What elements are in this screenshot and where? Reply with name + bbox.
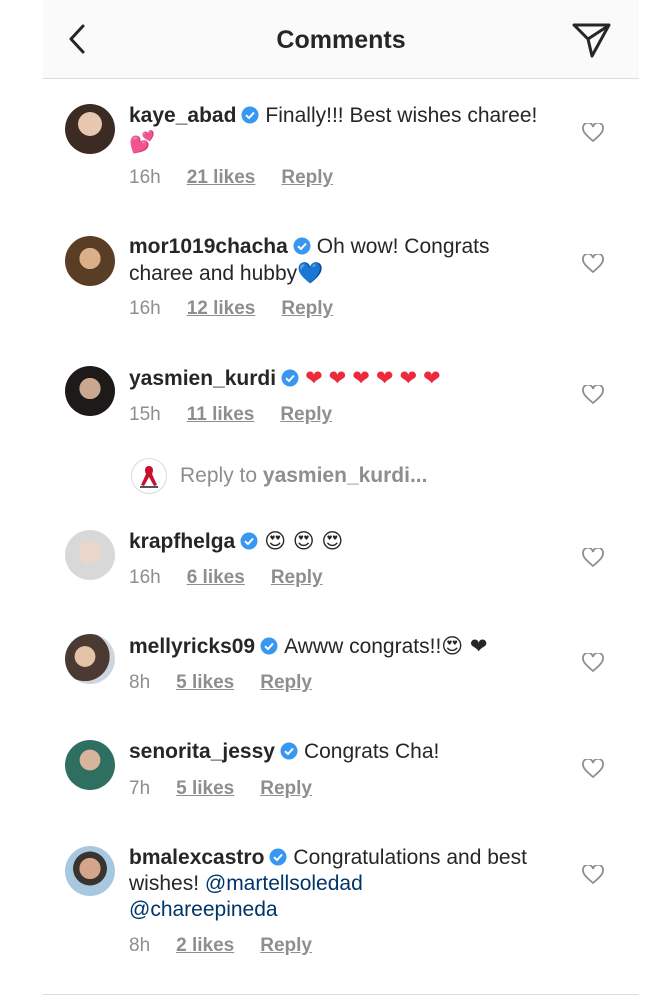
ribbon-logo-icon: [140, 466, 158, 488]
comment-meta: 16h 6 likes Reply: [129, 567, 323, 589]
avatar[interactable]: [65, 236, 115, 286]
verified-badge-icon: [269, 848, 287, 866]
reply-button[interactable]: Reply: [280, 404, 332, 426]
avatar[interactable]: [65, 740, 115, 790]
comment-time: 16h: [129, 167, 161, 188]
send-icon[interactable]: [571, 20, 613, 60]
avatar: [131, 458, 167, 494]
divider: [43, 994, 639, 995]
comment-time: 16h: [129, 567, 161, 588]
avatar[interactable]: [65, 846, 115, 896]
comment-username[interactable]: yasmien_kurdi: [129, 367, 276, 390]
comment-username[interactable]: mor1019chacha: [129, 235, 288, 258]
heart-icon[interactable]: [582, 254, 604, 274]
comment-body: Congrats Cha!: [303, 740, 440, 763]
comment-username[interactable]: bmalexcastro: [129, 846, 264, 869]
heart-icon[interactable]: [582, 385, 604, 405]
verified-badge-icon: [293, 237, 311, 255]
mention-link[interactable]: @chareepineda: [129, 898, 278, 921]
comment-time: 16h: [129, 298, 161, 319]
avatar[interactable]: [65, 634, 115, 684]
reply-target: yasmien_kurdi...: [262, 464, 428, 487]
likes-link[interactable]: 2 likes: [176, 935, 234, 957]
comment-body: Finally!!! Best wishes charee!: [265, 104, 538, 127]
heart-icon[interactable]: [582, 548, 604, 568]
emoji: 😍 ❤: [441, 634, 488, 658]
comment-text: bmalexcastro Congratulations and best wis…: [129, 845, 549, 923]
page-title: Comments: [276, 26, 406, 54]
reply-button[interactable]: Reply: [271, 567, 323, 589]
reply-button[interactable]: Reply: [281, 167, 333, 189]
verified-badge-icon: [281, 369, 299, 387]
comment-text: yasmien_kurdi ❤❤❤❤❤❤: [129, 365, 549, 392]
comment-meta: 8h 5 likes Reply: [129, 672, 312, 694]
comment-text: mor1019chacha Oh wow! Congrats charee and…: [129, 234, 549, 287]
verified-badge-icon: [240, 532, 258, 550]
comment-time: 8h: [129, 935, 151, 956]
likes-link[interactable]: 5 likes: [176, 778, 234, 800]
comment-username[interactable]: mellyricks09: [129, 635, 255, 658]
comment-text: kaye_abad Finally!!! Best wishes charee! 💕: [129, 103, 549, 156]
heart-icon[interactable]: [582, 865, 604, 885]
reply-button[interactable]: Reply: [260, 935, 312, 957]
comment-username[interactable]: senorita_jessy: [129, 740, 275, 763]
comment-body: Awww congrats!!: [284, 635, 442, 658]
avatar[interactable]: [65, 530, 115, 580]
verified-badge-icon: [260, 637, 278, 655]
emoji: 💕: [129, 130, 156, 154]
emoji: ❤❤❤❤❤❤: [305, 366, 447, 390]
likes-link[interactable]: 5 likes: [176, 672, 234, 694]
likes-link[interactable]: 12 likes: [187, 298, 256, 320]
comment-username[interactable]: kaye_abad: [129, 104, 236, 127]
heart-icon[interactable]: [582, 759, 604, 779]
reply-prefix: Reply to: [180, 464, 258, 487]
reply-button[interactable]: Reply: [281, 298, 333, 320]
likes-link[interactable]: 6 likes: [187, 567, 245, 589]
emoji: 😍 😍 😍: [264, 529, 344, 553]
header-bar: Comments: [43, 0, 639, 79]
comment-meta: 16h 12 likes Reply: [129, 298, 333, 320]
comment-meta: 16h 21 likes Reply: [129, 167, 333, 189]
likes-link[interactable]: 21 likes: [187, 167, 256, 189]
verified-badge-icon: [241, 106, 259, 124]
heart-icon[interactable]: [582, 123, 604, 143]
comment-time: 7h: [129, 778, 151, 799]
comment-username[interactable]: krapfhelga: [129, 530, 235, 553]
reply-button[interactable]: Reply: [260, 672, 312, 694]
likes-link[interactable]: 11 likes: [187, 404, 255, 426]
avatar[interactable]: [65, 104, 115, 154]
mention-link[interactable]: @martellsoledad: [205, 872, 363, 895]
reply-button[interactable]: Reply: [260, 778, 312, 800]
comment-meta: 15h 11 likes Reply: [129, 404, 332, 426]
emoji: 💙: [297, 261, 324, 285]
comment-text: mellyricks09 Awww congrats!!😍 ❤: [129, 633, 549, 660]
reply-composer[interactable]: Reply to yasmien_kurdi...: [0, 458, 660, 498]
comment-time: 15h: [129, 404, 161, 425]
comment-text: senorita_jessy Congrats Cha!: [129, 739, 549, 765]
verified-badge-icon: [280, 742, 298, 760]
avatar[interactable]: [65, 366, 115, 416]
comment-text: krapfhelga 😍 😍 😍: [129, 528, 549, 555]
heart-icon[interactable]: [582, 653, 604, 673]
reply-input[interactable]: Reply to yasmien_kurdi...: [180, 464, 427, 488]
comment-time: 8h: [129, 672, 151, 693]
comment-meta: 7h 5 likes Reply: [129, 778, 312, 800]
comment-meta: 8h 2 likes Reply: [129, 935, 312, 957]
